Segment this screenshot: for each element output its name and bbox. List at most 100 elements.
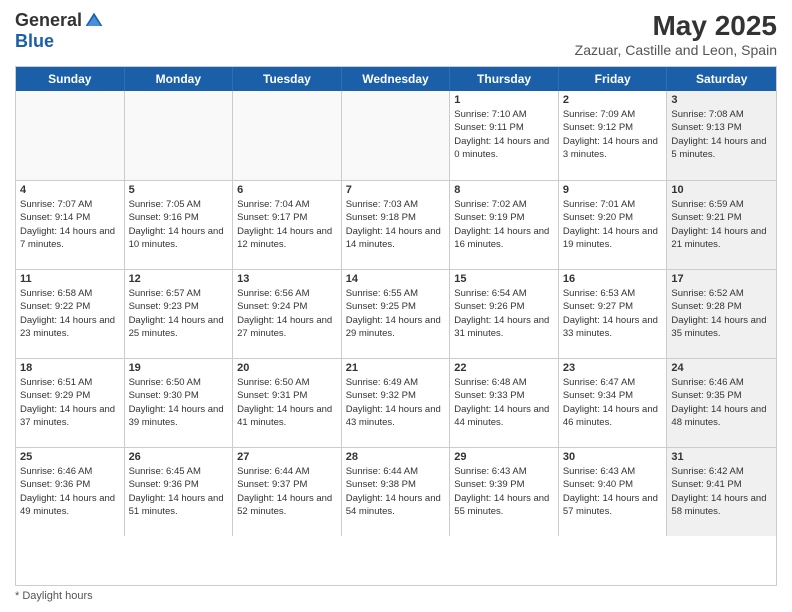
cal-cell: 27 Sunrise: 6:44 AMSunset: 9:37 PMDaylig… <box>233 448 342 536</box>
cal-cell: 11 Sunrise: 6:58 AMSunset: 9:22 PMDaylig… <box>16 270 125 358</box>
day-info: Sunrise: 6:51 AMSunset: 9:29 PMDaylight:… <box>20 376 120 429</box>
day-number: 5 <box>129 184 229 196</box>
header-wednesday: Wednesday <box>342 67 451 91</box>
cal-week-0: 1 Sunrise: 7:10 AMSunset: 9:11 PMDayligh… <box>16 91 776 180</box>
cal-cell: 17 Sunrise: 6:52 AMSunset: 9:28 PMDaylig… <box>667 270 776 358</box>
footer-note: * Daylight hours <box>15 590 777 602</box>
cal-cell <box>342 91 451 180</box>
cal-cell: 1 Sunrise: 7:10 AMSunset: 9:11 PMDayligh… <box>450 91 559 180</box>
cal-cell: 15 Sunrise: 6:54 AMSunset: 9:26 PMDaylig… <box>450 270 559 358</box>
cal-cell: 30 Sunrise: 6:43 AMSunset: 9:40 PMDaylig… <box>559 448 668 536</box>
day-info: Sunrise: 7:02 AMSunset: 9:19 PMDaylight:… <box>454 198 554 251</box>
logo-icon <box>84 11 104 31</box>
cal-cell: 29 Sunrise: 6:43 AMSunset: 9:39 PMDaylig… <box>450 448 559 536</box>
month-title: May 2025 <box>575 10 777 42</box>
cal-cell: 9 Sunrise: 7:01 AMSunset: 9:20 PMDayligh… <box>559 181 668 269</box>
day-number: 9 <box>563 184 663 196</box>
cal-cell: 6 Sunrise: 7:04 AMSunset: 9:17 PMDayligh… <box>233 181 342 269</box>
header-sunday: Sunday <box>16 67 125 91</box>
page: General Blue May 2025 Zazuar, Castille a… <box>0 0 792 612</box>
header-monday: Monday <box>125 67 234 91</box>
day-info: Sunrise: 6:52 AMSunset: 9:28 PMDaylight:… <box>671 287 772 340</box>
cal-cell: 28 Sunrise: 6:44 AMSunset: 9:38 PMDaylig… <box>342 448 451 536</box>
footer-label: Daylight hours <box>22 590 92 602</box>
day-number: 28 <box>346 451 446 463</box>
logo-general: General <box>15 10 82 31</box>
header-saturday: Saturday <box>667 67 776 91</box>
cal-cell <box>16 91 125 180</box>
day-number: 21 <box>346 362 446 374</box>
day-number: 27 <box>237 451 337 463</box>
day-info: Sunrise: 6:53 AMSunset: 9:27 PMDaylight:… <box>563 287 663 340</box>
day-info: Sunrise: 7:05 AMSunset: 9:16 PMDaylight:… <box>129 198 229 251</box>
cal-week-4: 25 Sunrise: 6:46 AMSunset: 9:36 PMDaylig… <box>16 447 776 536</box>
day-number: 15 <box>454 273 554 285</box>
day-info: Sunrise: 7:03 AMSunset: 9:18 PMDaylight:… <box>346 198 446 251</box>
cal-cell: 7 Sunrise: 7:03 AMSunset: 9:18 PMDayligh… <box>342 181 451 269</box>
cal-cell: 25 Sunrise: 6:46 AMSunset: 9:36 PMDaylig… <box>16 448 125 536</box>
day-number: 4 <box>20 184 120 196</box>
day-info: Sunrise: 6:59 AMSunset: 9:21 PMDaylight:… <box>671 198 772 251</box>
cal-cell: 12 Sunrise: 6:57 AMSunset: 9:23 PMDaylig… <box>125 270 234 358</box>
day-number: 13 <box>237 273 337 285</box>
day-number: 23 <box>563 362 663 374</box>
day-info: Sunrise: 6:44 AMSunset: 9:37 PMDaylight:… <box>237 465 337 518</box>
cal-cell: 16 Sunrise: 6:53 AMSunset: 9:27 PMDaylig… <box>559 270 668 358</box>
cal-cell: 23 Sunrise: 6:47 AMSunset: 9:34 PMDaylig… <box>559 359 668 447</box>
day-number: 25 <box>20 451 120 463</box>
day-info: Sunrise: 6:49 AMSunset: 9:32 PMDaylight:… <box>346 376 446 429</box>
cal-cell: 3 Sunrise: 7:08 AMSunset: 9:13 PMDayligh… <box>667 91 776 180</box>
header-friday: Friday <box>559 67 668 91</box>
day-number: 14 <box>346 273 446 285</box>
cal-cell: 31 Sunrise: 6:42 AMSunset: 9:41 PMDaylig… <box>667 448 776 536</box>
day-info: Sunrise: 7:07 AMSunset: 9:14 PMDaylight:… <box>20 198 120 251</box>
day-info: Sunrise: 6:55 AMSunset: 9:25 PMDaylight:… <box>346 287 446 340</box>
logo-blue: Blue <box>15 31 54 51</box>
cal-cell: 2 Sunrise: 7:09 AMSunset: 9:12 PMDayligh… <box>559 91 668 180</box>
day-number: 20 <box>237 362 337 374</box>
cal-cell: 4 Sunrise: 7:07 AMSunset: 9:14 PMDayligh… <box>16 181 125 269</box>
day-info: Sunrise: 7:01 AMSunset: 9:20 PMDaylight:… <box>563 198 663 251</box>
day-number: 24 <box>671 362 772 374</box>
day-number: 17 <box>671 273 772 285</box>
header: General Blue May 2025 Zazuar, Castille a… <box>15 10 777 58</box>
calendar-header: Sunday Monday Tuesday Wednesday Thursday… <box>16 67 776 91</box>
cal-cell: 22 Sunrise: 6:48 AMSunset: 9:33 PMDaylig… <box>450 359 559 447</box>
cal-cell: 19 Sunrise: 6:50 AMSunset: 9:30 PMDaylig… <box>125 359 234 447</box>
day-number: 29 <box>454 451 554 463</box>
day-number: 3 <box>671 94 772 106</box>
cal-cell: 24 Sunrise: 6:46 AMSunset: 9:35 PMDaylig… <box>667 359 776 447</box>
cal-cell <box>233 91 342 180</box>
day-number: 8 <box>454 184 554 196</box>
day-info: Sunrise: 6:43 AMSunset: 9:40 PMDaylight:… <box>563 465 663 518</box>
day-number: 12 <box>129 273 229 285</box>
day-info: Sunrise: 6:45 AMSunset: 9:36 PMDaylight:… <box>129 465 229 518</box>
cal-week-1: 4 Sunrise: 7:07 AMSunset: 9:14 PMDayligh… <box>16 180 776 269</box>
calendar: Sunday Monday Tuesday Wednesday Thursday… <box>15 66 777 586</box>
day-info: Sunrise: 6:54 AMSunset: 9:26 PMDaylight:… <box>454 287 554 340</box>
cal-cell <box>125 91 234 180</box>
day-number: 16 <box>563 273 663 285</box>
day-info: Sunrise: 6:46 AMSunset: 9:35 PMDaylight:… <box>671 376 772 429</box>
cal-cell: 13 Sunrise: 6:56 AMSunset: 9:24 PMDaylig… <box>233 270 342 358</box>
day-info: Sunrise: 6:56 AMSunset: 9:24 PMDaylight:… <box>237 287 337 340</box>
day-number: 2 <box>563 94 663 106</box>
logo: General Blue <box>15 10 104 52</box>
day-info: Sunrise: 6:57 AMSunset: 9:23 PMDaylight:… <box>129 287 229 340</box>
day-number: 10 <box>671 184 772 196</box>
day-number: 7 <box>346 184 446 196</box>
day-info: Sunrise: 6:50 AMSunset: 9:30 PMDaylight:… <box>129 376 229 429</box>
day-number: 11 <box>20 273 120 285</box>
cal-cell: 8 Sunrise: 7:02 AMSunset: 9:19 PMDayligh… <box>450 181 559 269</box>
day-info: Sunrise: 6:42 AMSunset: 9:41 PMDaylight:… <box>671 465 772 518</box>
day-number: 6 <box>237 184 337 196</box>
calendar-body: 1 Sunrise: 7:10 AMSunset: 9:11 PMDayligh… <box>16 91 776 536</box>
day-info: Sunrise: 6:48 AMSunset: 9:33 PMDaylight:… <box>454 376 554 429</box>
cal-cell: 14 Sunrise: 6:55 AMSunset: 9:25 PMDaylig… <box>342 270 451 358</box>
location-title: Zazuar, Castille and Leon, Spain <box>575 42 777 58</box>
day-info: Sunrise: 6:50 AMSunset: 9:31 PMDaylight:… <box>237 376 337 429</box>
cal-cell: 5 Sunrise: 7:05 AMSunset: 9:16 PMDayligh… <box>125 181 234 269</box>
day-number: 30 <box>563 451 663 463</box>
day-number: 26 <box>129 451 229 463</box>
day-info: Sunrise: 7:09 AMSunset: 9:12 PMDaylight:… <box>563 108 663 161</box>
